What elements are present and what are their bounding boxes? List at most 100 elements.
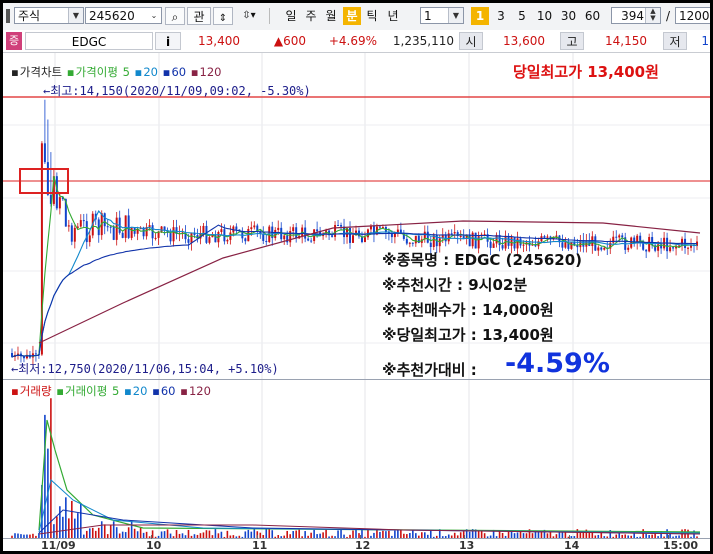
candle-body [561,242,564,248]
candle-body [510,237,513,246]
x-axis-label-5: 14 [564,539,580,551]
candle-body [570,242,573,249]
candle-body [546,236,549,238]
candle-body [172,227,175,242]
sort-icon: ⇕ [218,13,228,24]
volume-bar [352,530,354,538]
candle-body [408,242,411,244]
open-value: 13,600 [503,34,545,48]
candle-body [627,247,630,250]
candle-body [253,225,256,228]
candle-body [666,237,669,252]
period-tab-3[interactable]: 분 [343,7,361,25]
related-label: 관 [193,10,205,24]
candle-body [79,220,82,227]
interval-button-2[interactable]: 5 [513,7,531,25]
candle-body [58,197,61,209]
candle-body [169,232,172,242]
market-type-select[interactable]: 주식 ▼ [14,7,84,24]
interval-button-4[interactable]: 30 [558,7,579,25]
price-legend-title: 가격차트 [19,65,63,79]
candle-body [393,233,396,238]
candle-body [235,226,238,230]
volume-bar [127,527,130,538]
period-tab-5[interactable]: 년 [384,7,402,25]
total-input[interactable]: 1200 [675,7,710,24]
candle-body [307,238,310,241]
search-button[interactable]: ⌕ [165,7,185,25]
candle-body [522,244,525,246]
volume-bar [109,524,112,538]
volume-bar [205,530,208,538]
volume-bar [271,530,274,538]
candle-body [426,231,429,243]
low-label: 저 [663,32,687,50]
volume-bar [340,529,342,538]
spinner-icon[interactable]: ▲ ▼ [645,8,660,23]
volume-bar [477,531,480,538]
candle-body [645,249,648,252]
x-axis-tick [360,535,361,539]
related-button[interactable]: 관 [187,7,211,25]
volume-ma-label: 거래이평 [65,384,108,398]
candle-body [295,227,298,239]
candle-body [160,226,163,232]
market-tag-badge: 증 [6,32,22,50]
volume-legend: ▪거래량 ▪거래이평 5 ▪20 ▪60 ▪120 [11,383,212,399]
candle-body [262,233,265,241]
candle-body [187,239,190,243]
volume-bar [163,531,166,538]
volume-bar [112,521,115,538]
volume-chart-panel[interactable]: ▪거래량 ▪거래이평 5 ▪20 ▪60 ▪120 [3,380,710,538]
candle-body [250,227,253,230]
count-input[interactable]: 394 ▲ ▼ [611,7,661,24]
volume-bar [355,529,357,538]
price-change-pct: +4.69% [328,34,377,48]
volume-bar [74,518,76,538]
candle-body [46,162,49,195]
candle-body [43,143,46,163]
volume-ma-60: 60 [160,384,176,398]
volume-bar [498,530,501,538]
volume-bar [253,529,256,538]
candle-body [154,237,157,239]
interval-button-3[interactable]: 10 [534,7,555,25]
volume-bar [292,531,294,538]
interval-select[interactable]: 1 ▼ [420,7,464,24]
interval-button-0[interactable]: 1 [471,7,489,25]
legend-square-icon: ▪ [190,65,199,79]
candle-body [190,232,193,243]
volume-legend-title: 거래량 [19,384,52,398]
candle-body [432,235,435,248]
legend-square-icon: ▪ [66,65,75,79]
up-down-toggle-button[interactable]: ⇕ [213,7,233,25]
volume-bar [88,528,91,538]
x-axis-label-3: 12 [355,539,371,551]
price-ma-20: 20 [143,65,158,79]
stepper-button[interactable]: ⇳▾ [235,7,263,25]
x-axis-tick [151,535,152,539]
interval-button-1[interactable]: 3 [492,7,510,25]
volume-bar [97,527,100,538]
period-tab-0[interactable]: 일 [282,7,300,25]
candle-body [109,226,112,228]
interval-button-5[interactable]: 60 [582,7,603,25]
period-tab-4[interactable]: 틱 [363,7,381,25]
info-button[interactable]: i [155,32,181,50]
candle-body [519,238,522,246]
price-chart-panel[interactable]: ▪가격차트 ▪가격이평 5 ▪20 ▪60 ▪120 당일최고가 13,400원… [3,53,710,380]
volume-bar [94,530,97,538]
candle-body [265,240,268,243]
stock-code-input[interactable]: 245620 ⌄ [85,7,162,24]
candle-body [277,227,280,230]
info-recommend-price: ※추천매수가 : 14,000원 [382,301,554,319]
period-tab-2[interactable]: 월 [322,7,340,25]
candle-body [414,235,417,244]
chevron-down-icon: ▼ [68,8,83,23]
candle-body [148,225,151,227]
volume-bar [313,529,315,538]
candle-body [378,226,381,228]
volume-bar [247,529,250,538]
period-tab-1[interactable]: 주 [302,7,320,25]
quote-info-row: 증 EDGC i 13,400 ▲600 +4.69% 1,235,110 시 … [3,30,710,53]
